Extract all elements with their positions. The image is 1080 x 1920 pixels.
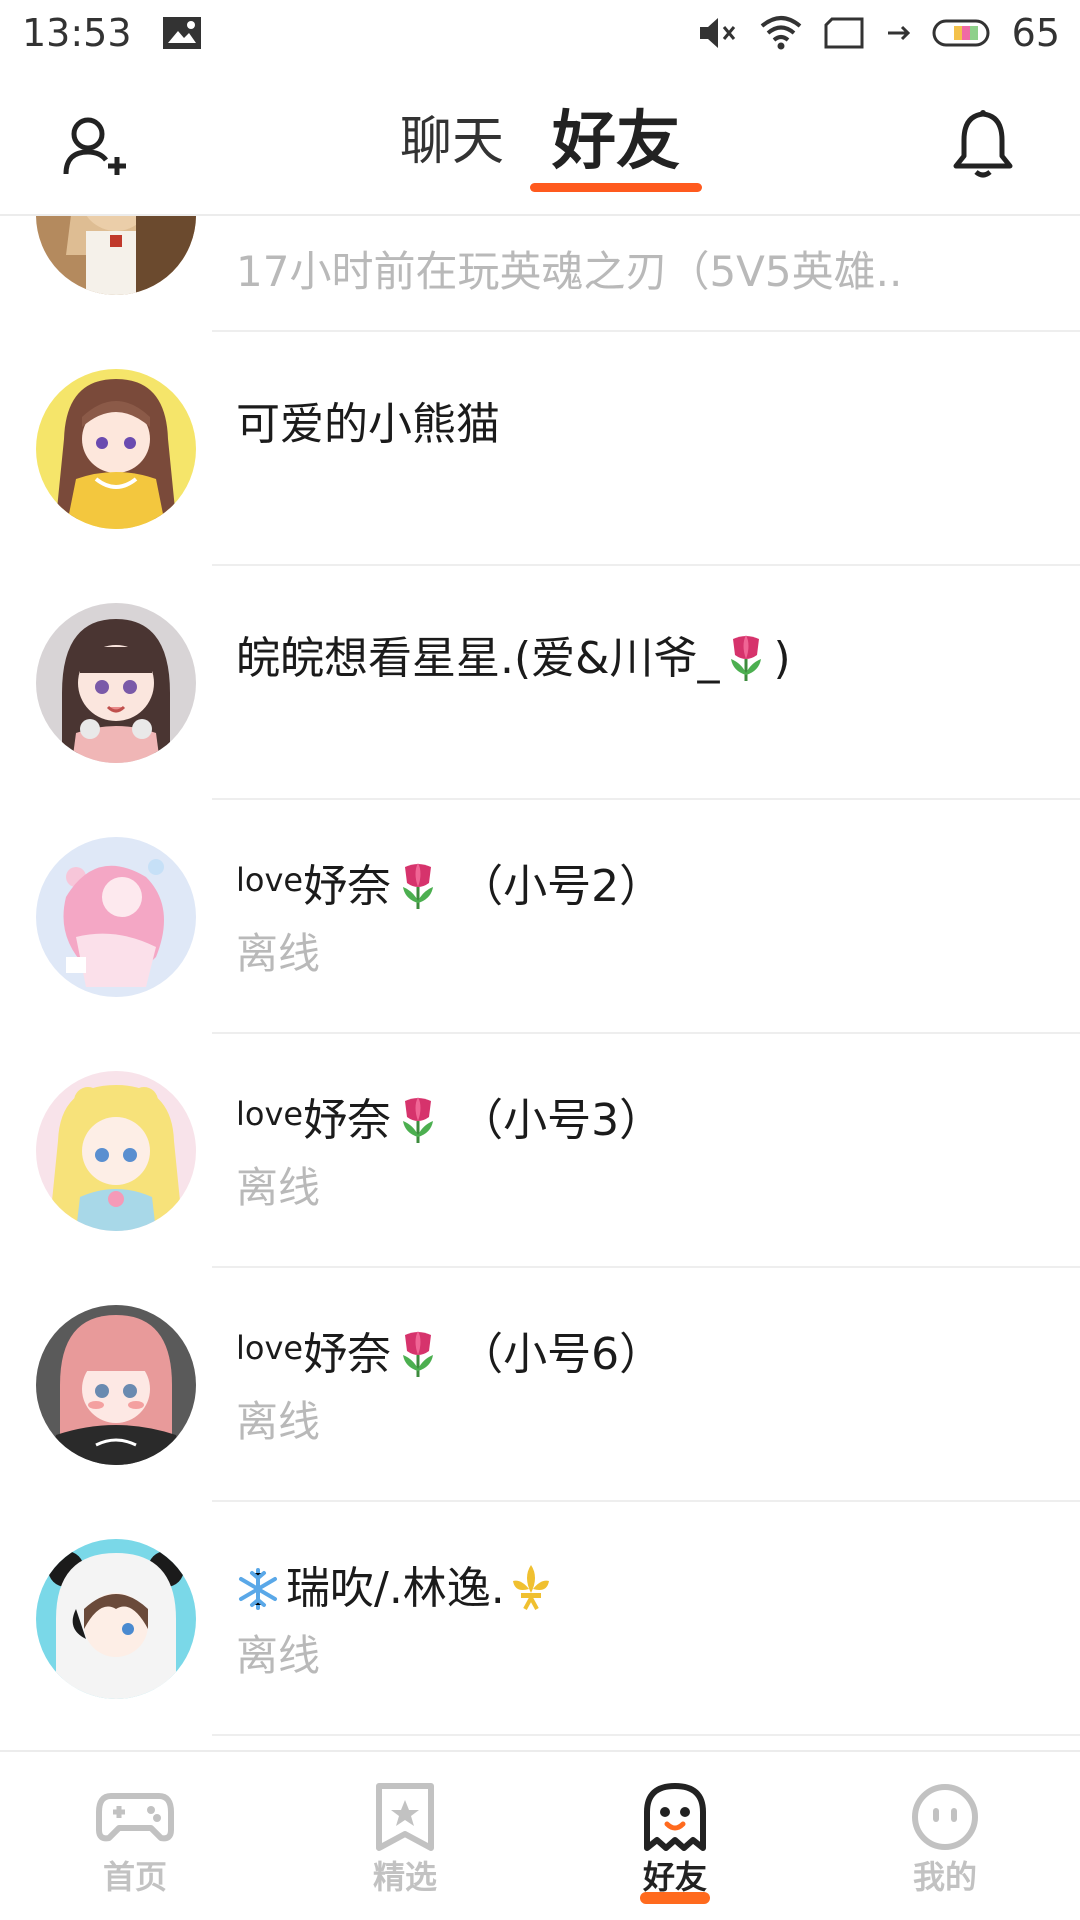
- friend-status: 离线: [236, 1397, 321, 1446]
- tulip-emoji-icon: [403, 863, 434, 909]
- tulip-emoji-icon: [403, 1097, 434, 1143]
- friend-row[interactable]: 瑞吹/.林逸. 离线: [0, 1502, 1080, 1736]
- nav-featured-label: 精选: [372, 1858, 437, 1896]
- star-bookmark-icon: [376, 1783, 434, 1851]
- friend-name-text: 皖皖想看星星.(爱&川爷_: [236, 633, 720, 684]
- tulip-emoji-icon: [731, 635, 762, 681]
- friend-name-suffix: （小号2）: [445, 861, 664, 912]
- snowflake-emoji-icon: [239, 1568, 277, 1610]
- nav-profile-label: 我的: [912, 1858, 977, 1896]
- friend-row[interactable]: love妤奈 （小号2） 离线: [0, 800, 1080, 1034]
- tab-bar: 聊天 好友: [0, 96, 1080, 192]
- friend-row[interactable]: love妤奈 （小号3） 离线: [0, 1034, 1080, 1268]
- sim-card-icon: [824, 17, 864, 49]
- friend-status: 离线: [236, 929, 321, 978]
- avatar: [36, 1305, 196, 1465]
- avatar: [36, 1539, 196, 1699]
- tab-friends-label: 好友: [552, 105, 680, 179]
- face-icon: [912, 1784, 978, 1850]
- avatar: [36, 1071, 196, 1231]
- tab-chat[interactable]: 聊天: [396, 96, 508, 188]
- avatar: [36, 369, 196, 529]
- tab-chat-label: 聊天: [399, 112, 504, 172]
- friend-name-prefix: love: [236, 1095, 304, 1133]
- nav-friends[interactable]: 好友: [540, 1752, 810, 1920]
- avatar: [36, 603, 196, 763]
- tulip-emoji-icon: [403, 1331, 434, 1377]
- friend-name: love妤奈 （小号2）: [236, 850, 663, 914]
- tab-friends[interactable]: 好友: [530, 96, 702, 192]
- friend-row[interactable]: love妤奈 （小号6） 离线: [0, 1268, 1080, 1502]
- friend-row[interactable]: 皖皖想看星星.(爱&川爷_): [0, 566, 1080, 800]
- ghost-icon: [644, 1783, 706, 1851]
- gallery-notification-icon: [162, 16, 202, 50]
- active-nav-indicator: [640, 1892, 710, 1904]
- friend-name: 皖皖想看星星.(爱&川爷_): [236, 622, 791, 686]
- bottom-nav: 首页 精选 好友 我的: [0, 1750, 1080, 1920]
- nav-home-label: 首页: [102, 1858, 167, 1896]
- status-time: 13:53: [22, 11, 132, 55]
- friend-name: 瑞吹/.林逸.: [236, 1552, 553, 1616]
- friend-name-text: 妤奈: [303, 861, 392, 912]
- nav-home[interactable]: 首页: [0, 1752, 270, 1920]
- avatar: [36, 837, 196, 997]
- friend-status: 离线: [236, 1163, 321, 1212]
- fleur-de-lis-emoji-icon: [512, 1565, 549, 1610]
- mute-icon: [698, 15, 738, 51]
- friend-name-prefix: love: [236, 1329, 304, 1367]
- friend-name: 可爱的小熊猫: [236, 399, 500, 450]
- friend-status: 17小时前在玩英魂之刃（5V5英雄..: [236, 247, 903, 296]
- friend-name-suffix: ): [773, 633, 791, 684]
- battery-icon: [932, 18, 990, 48]
- nav-featured[interactable]: 精选: [270, 1752, 540, 1920]
- header: 聊天 好友: [0, 66, 1080, 216]
- friend-status: 离线: [236, 1631, 321, 1680]
- gamepad-icon: [96, 1793, 174, 1842]
- nav-profile[interactable]: 我的: [810, 1752, 1080, 1920]
- friend-name: love妤奈 （小号3）: [236, 1084, 663, 1148]
- friend-name-prefix: love: [236, 861, 304, 899]
- friend-name-suffix: （小号6）: [445, 1329, 664, 1380]
- data-arrow-icon: [886, 23, 910, 43]
- friend-name: love妤奈 （小号6）: [236, 1318, 663, 1382]
- battery-level: 65: [1011, 11, 1060, 55]
- bell-icon[interactable]: [950, 108, 1016, 180]
- friend-row[interactable]: 可爱的小熊猫: [0, 332, 1080, 566]
- wifi-icon: [760, 15, 802, 51]
- status-bar: 13:53 65: [0, 0, 1080, 66]
- active-tab-indicator: [530, 183, 702, 192]
- friend-name-text: 妤奈: [303, 1329, 392, 1380]
- friend-list[interactable]: 17小时前在玩英魂之刃（5V5英雄.. 可爱的小熊猫 皖皖想看星星.(爱&川爷_…: [0, 216, 1080, 1756]
- friend-name-text: 瑞吹/.林逸.: [286, 1563, 505, 1614]
- avatar: [36, 216, 196, 295]
- friend-row[interactable]: 17小时前在玩英魂之刃（5V5英雄..: [0, 216, 1080, 332]
- friend-name-text: 妤奈: [303, 1095, 392, 1146]
- friend-name-suffix: （小号3）: [445, 1095, 664, 1146]
